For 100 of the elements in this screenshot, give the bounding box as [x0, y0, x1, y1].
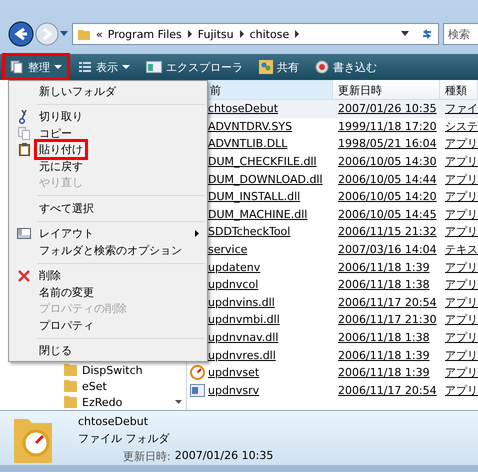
menu-item[interactable]: レイアウト: [9, 226, 207, 242]
type-text: アプリ: [445, 348, 478, 363]
chevron-icon[interactable]: [294, 30, 300, 38]
date-text: 2006/11/17 21:30: [338, 313, 437, 326]
window-icon: [190, 384, 205, 397]
menu-item[interactable]: 元に戻す: [9, 158, 207, 174]
caret-icon: [54, 64, 62, 70]
file-name[interactable]: DUM_CHECKFILE.dll: [208, 155, 317, 168]
file-name[interactable]: updnvins.dll: [208, 296, 275, 309]
date-text: 1999/11/18 17:20: [338, 120, 437, 133]
date-text: 2006/11/17 20:54: [338, 384, 437, 397]
date-text: 2006/10/05 14:45: [338, 208, 437, 221]
file-name[interactable]: updnvnav.dll: [208, 331, 278, 344]
menu-item[interactable]: 閉じる: [9, 342, 207, 359]
type-text: アプリ: [445, 330, 478, 346]
menu-item[interactable]: 削除: [9, 268, 207, 284]
type-text: アプリ: [445, 172, 478, 187]
breadcrumb[interactable]: «: [96, 28, 103, 40]
file-name[interactable]: updnvres.dll: [208, 348, 276, 362]
folder-icon: [64, 396, 77, 408]
toolbar-button[interactable]: 整理: [5, 56, 67, 78]
file-name[interactable]: DUM_MACHINE.dll: [208, 208, 308, 221]
column-header[interactable]: 更新日時: [333, 80, 440, 99]
file-row[interactable]: updnvset 2006/11/18 1:39 アプリ: [187, 364, 478, 382]
chevron-icon[interactable]: [238, 30, 245, 38]
modified-label: 更新日時:: [123, 449, 171, 464]
type-text: テキス: [445, 242, 478, 258]
menu-item[interactable]: 貼り付け: [9, 142, 207, 158]
window-icon: [146, 61, 162, 73]
pages-icon: [10, 60, 24, 74]
file-name[interactable]: ADVNTDRV.SYS: [208, 120, 292, 133]
file-name[interactable]: SDDTcheckTool: [208, 225, 290, 238]
type-text: アプリ: [445, 136, 478, 152]
file-name[interactable]: updnvset: [208, 366, 260, 380]
file-name[interactable]: updnvsrv: [208, 384, 260, 397]
file-name[interactable]: ADVNTLIB.DLL: [208, 137, 288, 150]
clock-icon: [190, 365, 205, 380]
refresh-icon[interactable]: [420, 27, 434, 41]
date-text: 2006/10/05 14:30: [338, 155, 437, 168]
dropdown-arrow-icon[interactable]: [60, 31, 68, 37]
date-text: 2006/11/15 21:32: [338, 225, 437, 238]
column-header[interactable]: 種類: [440, 80, 478, 99]
toolbar-button[interactable]: エクスプローラ: [141, 56, 248, 78]
type-text: アプリ: [445, 189, 478, 204]
grid-icon: [78, 60, 92, 74]
chevron-icon[interactable]: [186, 30, 193, 38]
file-name[interactable]: service: [208, 243, 248, 256]
folder-item[interactable]: eSet: [82, 380, 107, 392]
date-text: 2006/11/18 1:38: [338, 278, 430, 292]
clipboard-icon: [18, 143, 30, 156]
menu-item[interactable]: プロパティ: [9, 317, 207, 334]
search-field[interactable]: 検索: [443, 23, 478, 45]
scroll-down-icon[interactable]: [175, 400, 182, 404]
toolbar-button[interactable]: 共有: [254, 56, 304, 78]
date-text: 2006/11/18 1:39: [338, 366, 430, 380]
folder-item[interactable]: DispSwitch: [82, 364, 143, 376]
menu-item[interactable]: コピー: [9, 125, 207, 142]
date-text: 2006/11/18 1:38: [338, 331, 430, 344]
file-row[interactable]: updnvsrv 2006/11/17 20:54 アプリ: [187, 382, 478, 400]
dropdown-arrow-icon[interactable]: [401, 31, 409, 37]
toolbar-button[interactable]: 書き込む: [310, 56, 382, 78]
type-text: システ: [445, 118, 478, 134]
breadcrumb[interactable]: Fujitsu: [198, 28, 234, 40]
people-icon: [259, 60, 273, 74]
scissors-icon: [19, 110, 29, 124]
back-icon[interactable]: [8, 21, 34, 47]
type-text: アプリ: [445, 312, 478, 328]
file-name[interactable]: DUM_DOWNLOAD.dll: [208, 172, 323, 186]
file-name[interactable]: updnvmbi.dll: [208, 313, 280, 326]
caret-icon: [122, 64, 130, 70]
date-text: 2006/11/18 1:39: [338, 260, 430, 274]
file-name[interactable]: updnvcol: [208, 278, 258, 292]
layout-icon: [17, 228, 31, 240]
file-name[interactable]: updatenv: [208, 260, 260, 274]
type-text: アプリ: [445, 224, 478, 240]
menu-item[interactable]: すべて選択: [9, 200, 207, 216]
folder-icon: [77, 27, 91, 41]
date-text: 2006/10/05 14:20: [338, 190, 437, 204]
toolbar-button[interactable]: 表示: [73, 56, 135, 78]
date-text: 2006/11/17 20:54: [338, 296, 437, 309]
item-name: chtoseDebut: [78, 415, 150, 428]
breadcrumb[interactable]: Program Files: [108, 28, 182, 40]
address-bar[interactable]: « Program Files Fujitsu chitose: [72, 23, 439, 45]
date-text: 2007/01/26 10:35: [338, 102, 437, 116]
date-text: 2006/10/05 14:44: [338, 172, 437, 186]
file-name[interactable]: DUM_INSTALL.dll: [208, 190, 300, 204]
type-text: ファイ: [445, 101, 478, 116]
menu-item[interactable]: フォルダと検索のオプション: [9, 242, 207, 258]
modified-value: 2007/01/26 10:35: [174, 449, 274, 464]
type-text: アプリ: [445, 206, 478, 222]
delete-icon: [18, 270, 30, 282]
breadcrumb[interactable]: chitose: [250, 28, 290, 40]
file-name[interactable]: chtoseDebut: [208, 102, 278, 116]
folder-item[interactable]: EzRedo: [82, 396, 122, 408]
item-type: ファイル フォルダ: [78, 431, 171, 446]
type-text: アプリ: [445, 277, 478, 292]
menu-item[interactable]: 名前の変更: [9, 284, 207, 300]
type-text: アプリ: [445, 294, 478, 310]
folder-icon: [64, 380, 77, 392]
folder-icon: [64, 364, 77, 376]
